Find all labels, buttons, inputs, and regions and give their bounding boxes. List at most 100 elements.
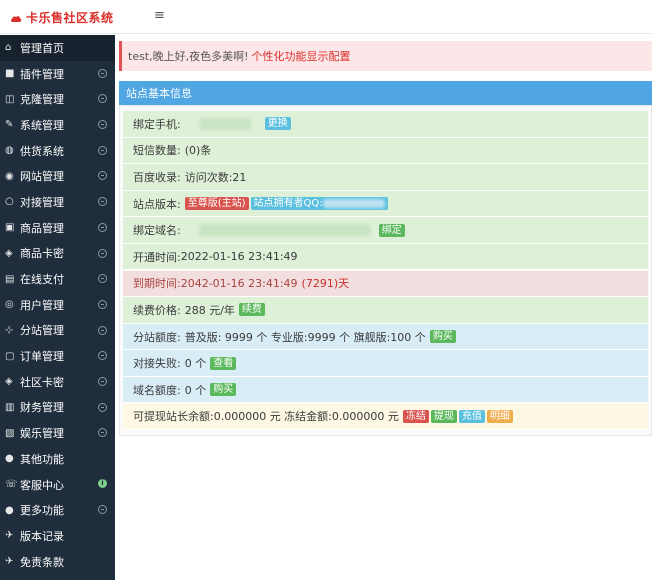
top-bar: 卡乐售社区系统 ≡ bbox=[0, 0, 652, 34]
balance-row: 可提现站长余额:0.000000 元 冻结金额:0.000000 元 冻结 提现… bbox=[123, 403, 648, 431]
globe-icon: ◉ bbox=[5, 170, 14, 182]
panel-title: 站点基本信息 bbox=[119, 81, 652, 105]
renew-button[interactable]: 续费 bbox=[238, 303, 265, 317]
key-icon: ◈ bbox=[5, 247, 13, 259]
open-time-label: 开通时间: bbox=[133, 250, 181, 264]
box-icon: ▣ bbox=[5, 222, 15, 234]
collapse-circle-icon[interactable] bbox=[98, 68, 107, 78]
brand[interactable]: 卡乐售社区系统 bbox=[10, 9, 114, 26]
game-icon: ▧ bbox=[5, 427, 15, 439]
info-badge-icon: i bbox=[98, 478, 107, 488]
lock-icon: ■ bbox=[5, 68, 15, 80]
view-dock-fail-button[interactable]: 查看 bbox=[210, 356, 237, 370]
collapse-circle-icon[interactable] bbox=[98, 351, 107, 361]
sms-row: 短信数量: (0)条 bbox=[123, 137, 648, 165]
collapse-circle-icon[interactable] bbox=[98, 325, 107, 335]
collapse-circle-icon[interactable] bbox=[98, 171, 107, 181]
panel-body: 绑定手机: 更换 短信数量: (0)条 百度收录: 访问次数:21 站点版本: … bbox=[119, 105, 652, 437]
freeze-button[interactable]: 冻结 bbox=[402, 409, 429, 423]
version-label: 站点版本: bbox=[133, 197, 181, 211]
collapse-circle-icon[interactable] bbox=[98, 197, 107, 207]
collapse-circle-icon[interactable] bbox=[98, 94, 107, 104]
collapse-circle-icon[interactable] bbox=[98, 145, 107, 155]
home-icon: ⌂ bbox=[5, 42, 12, 54]
sidebar-item[interactable]: ■ 插件管理 bbox=[0, 61, 115, 87]
phone-row: 绑定手机: 更换 bbox=[123, 111, 648, 138]
sidebar-item[interactable]: ◫ 克隆管理 bbox=[0, 86, 115, 112]
collapse-circle-icon[interactable] bbox=[98, 402, 107, 412]
domain-redacted bbox=[198, 224, 371, 237]
bind-domain-button[interactable]: 绑定 bbox=[378, 223, 405, 237]
personalize-config-link[interactable]: 个性化功能显示配置 bbox=[252, 48, 351, 64]
sidebar-item-label: 插件管理 bbox=[20, 67, 64, 81]
baidu-label: 百度收录: bbox=[133, 170, 181, 184]
buy-domain-quota-button[interactable]: 购买 bbox=[210, 383, 237, 397]
sidebar-item[interactable]: ● 其他功能 bbox=[0, 446, 115, 472]
collapse-circle-icon[interactable] bbox=[98, 376, 107, 386]
sidebar-item[interactable]: ◈ 商品卡密 bbox=[0, 241, 115, 267]
sidebar-item[interactable]: ☏ 客服中心 i bbox=[0, 472, 115, 498]
community-key-icon: ◈ bbox=[5, 376, 13, 388]
domain-row: 绑定域名: 绑定 bbox=[123, 217, 648, 244]
collapse-circle-icon[interactable] bbox=[98, 274, 107, 284]
collapse-circle-icon[interactable] bbox=[98, 428, 107, 438]
expire-days: (7291)天 bbox=[301, 277, 350, 291]
sidebar-item[interactable]: ✎ 系统管理 bbox=[0, 112, 115, 138]
quota-value: 普及版: 9999 个 专业版:9999 个 旗舰版:100 个 bbox=[184, 330, 426, 344]
details-button[interactable]: 明细 bbox=[486, 409, 513, 423]
sidebar-item[interactable]: ✈ 版本记录 bbox=[0, 523, 115, 549]
sidebar-item[interactable]: ● 更多功能 bbox=[0, 497, 115, 523]
collapse-circle-icon[interactable] bbox=[98, 248, 107, 258]
sidebar-item-label: 分站管理 bbox=[20, 324, 64, 338]
sidebar-item[interactable]: ▧ 娱乐管理 bbox=[0, 420, 115, 446]
sidebar-item[interactable]: ✈ 免责条款 bbox=[0, 549, 115, 575]
sidebar-item[interactable]: ◉ 网站管理 bbox=[0, 163, 115, 189]
greeting-alert: test,晚上好,夜色多美啊! 个性化功能显示配置 bbox=[119, 41, 652, 71]
renew-value: 288 元/年 bbox=[184, 303, 235, 317]
dock-fail-row: 对接失败: 0 个 查看 bbox=[123, 350, 648, 377]
sms-value: (0)条 bbox=[184, 144, 212, 158]
sidebar-item-label: 娱乐管理 bbox=[20, 427, 64, 441]
sidebar-item[interactable]: ▥ 财务管理 bbox=[0, 395, 115, 421]
collapse-circle-icon[interactable] bbox=[98, 120, 107, 130]
owner-qq-redacted bbox=[322, 198, 385, 208]
phone-label: 绑定手机: bbox=[133, 117, 181, 131]
collapse-circle-icon[interactable] bbox=[98, 505, 107, 515]
sidebar-item-label: 免责条款 bbox=[20, 555, 64, 569]
buy-quota-button[interactable]: 购买 bbox=[429, 330, 456, 343]
collapse-circle-icon[interactable] bbox=[98, 222, 107, 232]
renew-label: 续费价格: bbox=[133, 303, 181, 317]
recharge-button[interactable]: 充值 bbox=[458, 409, 485, 423]
sidebar-item[interactable]: ▢ 订单管理 bbox=[0, 343, 115, 369]
version-tag: 至尊版(主站) bbox=[184, 197, 249, 211]
sidebar-item[interactable]: ◍ 供货系统 bbox=[0, 138, 115, 164]
open-time-row: 开通时间: 2022-01-16 23:41:49 bbox=[123, 243, 648, 271]
withdraw-button[interactable]: 提现 bbox=[430, 409, 457, 423]
sidebar-item[interactable]: ◎ 用户管理 bbox=[0, 292, 115, 318]
phone-redacted bbox=[198, 117, 251, 130]
change-phone-button[interactable]: 更换 bbox=[264, 117, 291, 131]
sidebar-item-label: 订单管理 bbox=[20, 350, 64, 364]
sidebar-item[interactable]: ⌂ 管理首页 bbox=[0, 35, 115, 61]
more-icon: ● bbox=[5, 504, 14, 516]
support-icon: ☏ bbox=[5, 479, 18, 491]
sidebar-item-label: 克隆管理 bbox=[20, 93, 64, 107]
balance-text: 可提现站长余额:0.000000 元 冻结金额:0.000000 元 bbox=[133, 410, 399, 424]
sidebar-item[interactable]: ▤ 在线支付 bbox=[0, 266, 115, 292]
sidebar-item[interactable]: ○ 对接管理 bbox=[0, 189, 115, 215]
sidebar-item[interactable]: ⊹ 分站管理 bbox=[0, 318, 115, 344]
sidebar-item[interactable]: ◈ 社区卡密 bbox=[0, 369, 115, 395]
baidu-row: 百度收录: 访问次数:21 bbox=[123, 164, 648, 191]
sidebar-item-label: 商品卡密 bbox=[20, 247, 64, 261]
terms-icon: ✈ bbox=[5, 556, 14, 568]
site-owner-label: 站点拥有者QQ: bbox=[253, 198, 323, 210]
sidebar-item[interactable]: ▣ 商品管理 bbox=[0, 215, 115, 241]
domain-quota-row: 域名额度: 0 个 购买 bbox=[123, 376, 648, 404]
sidebar-item-label: 客服中心 bbox=[20, 478, 64, 492]
app-title: 卡乐售社区系统 bbox=[26, 11, 114, 25]
menu-toggle-icon[interactable]: ≡ bbox=[154, 8, 165, 23]
domain-label: 绑定域名: bbox=[133, 224, 181, 238]
sidebar-item-label: 供货系统 bbox=[20, 144, 64, 158]
sidebar-item-label: 版本记录 bbox=[20, 529, 64, 543]
collapse-circle-icon[interactable] bbox=[98, 299, 107, 309]
